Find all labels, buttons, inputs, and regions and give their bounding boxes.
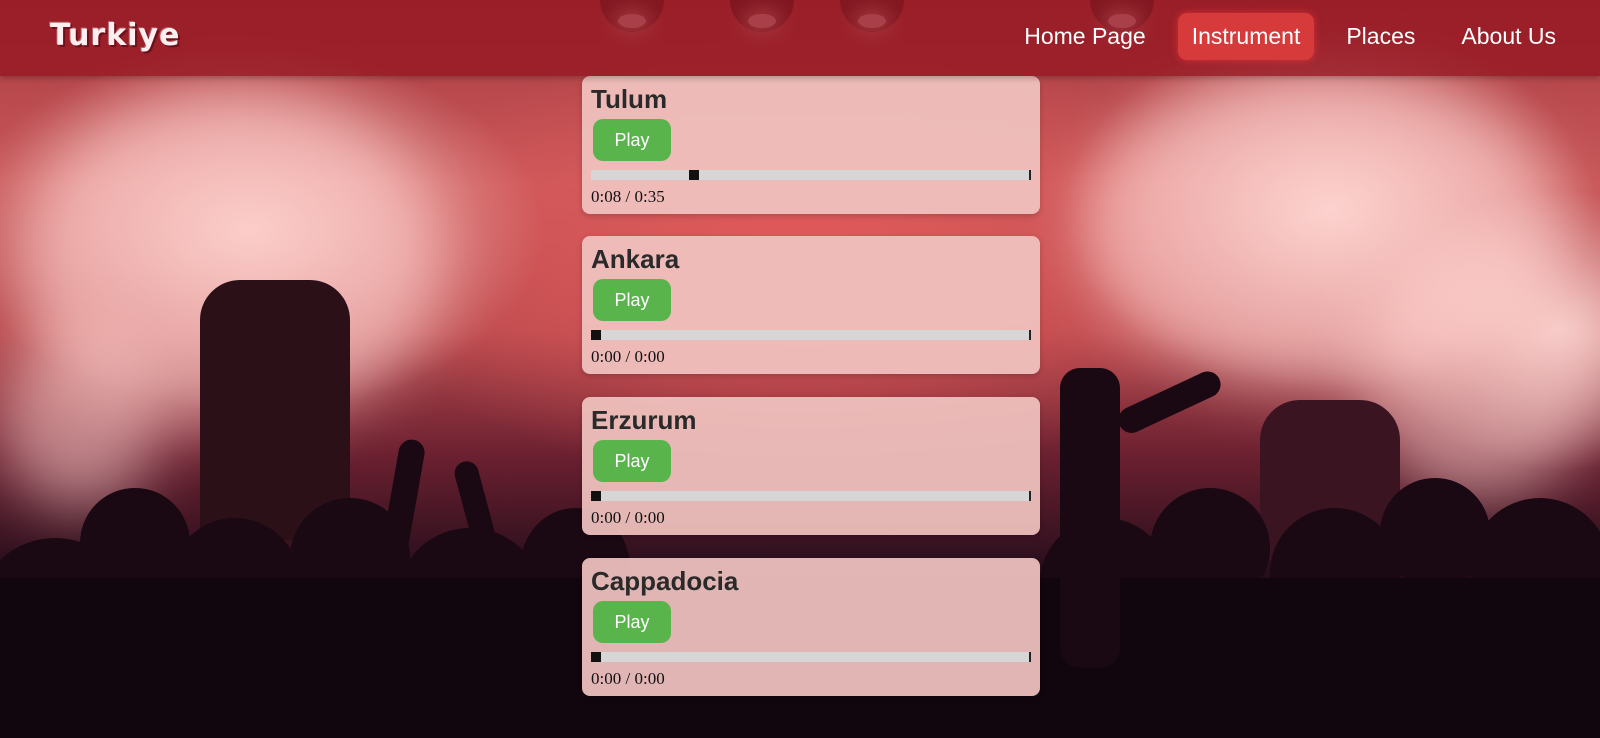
raised-hand	[1114, 367, 1225, 438]
top-navbar: Turkiye Home Page Instrument Places Abou…	[0, 0, 1600, 76]
nav-instrument[interactable]: Instrument	[1177, 13, 1315, 60]
current-time: 0:00	[591, 669, 622, 688]
progress-end-marker	[1029, 170, 1031, 180]
duration: 0:00	[634, 669, 665, 688]
raised-hand	[1060, 368, 1120, 668]
nav-home-page[interactable]: Home Page	[1010, 13, 1159, 60]
play-button[interactable]: Play	[593, 119, 671, 161]
audio-time: 0:00 / 0:00	[591, 669, 665, 689]
play-button[interactable]: Play	[593, 279, 671, 321]
audio-title: Erzurum	[591, 405, 697, 435]
nav-about-us[interactable]: About Us	[1447, 13, 1570, 60]
audio-progress-bar[interactable]	[591, 652, 1031, 662]
audio-title: Tulum	[591, 84, 668, 114]
time-separator: /	[625, 669, 631, 688]
audio-progress-bar[interactable]	[591, 170, 1031, 180]
progress-thumb[interactable]	[591, 330, 601, 340]
main-nav: Home Page Instrument Places About Us	[1010, 13, 1570, 60]
audio-card-tulum: Tulum Play 0:08 / 0:35	[582, 76, 1040, 214]
time-separator: /	[625, 508, 631, 527]
current-time: 0:00	[591, 508, 622, 527]
audio-card-ankara: Ankara Play 0:00 / 0:00	[582, 236, 1040, 374]
audio-title: Ankara	[591, 244, 680, 274]
progress-end-marker	[1029, 491, 1031, 501]
progress-end-marker	[1029, 330, 1031, 340]
progress-thumb[interactable]	[689, 170, 699, 180]
duration: 0:00	[634, 347, 665, 366]
audio-progress-bar[interactable]	[591, 330, 1031, 340]
audio-card-cappadocia: Cappadocia Play 0:00 / 0:00	[582, 558, 1040, 696]
play-button[interactable]: Play	[593, 601, 671, 643]
progress-thumb[interactable]	[591, 652, 601, 662]
audio-time: 0:00 / 0:00	[591, 508, 665, 528]
audio-title: Cappadocia	[591, 566, 739, 596]
audio-time: 0:08 / 0:35	[591, 187, 665, 207]
audio-card-erzurum: Erzurum Play 0:00 / 0:00	[582, 397, 1040, 535]
time-separator: /	[625, 187, 631, 206]
play-button[interactable]: Play	[593, 440, 671, 482]
progress-end-marker	[1029, 652, 1031, 662]
audio-progress-bar[interactable]	[591, 491, 1031, 501]
duration: 0:00	[634, 508, 665, 527]
time-separator: /	[625, 347, 631, 366]
site-logo[interactable]: Turkiye	[50, 18, 180, 53]
nav-places[interactable]: Places	[1332, 13, 1429, 60]
current-time: 0:08	[591, 187, 622, 206]
audio-time: 0:00 / 0:00	[591, 347, 665, 367]
progress-thumb[interactable]	[591, 491, 601, 501]
current-time: 0:00	[591, 347, 622, 366]
duration: 0:35	[634, 187, 665, 206]
raised-hand	[380, 437, 427, 561]
